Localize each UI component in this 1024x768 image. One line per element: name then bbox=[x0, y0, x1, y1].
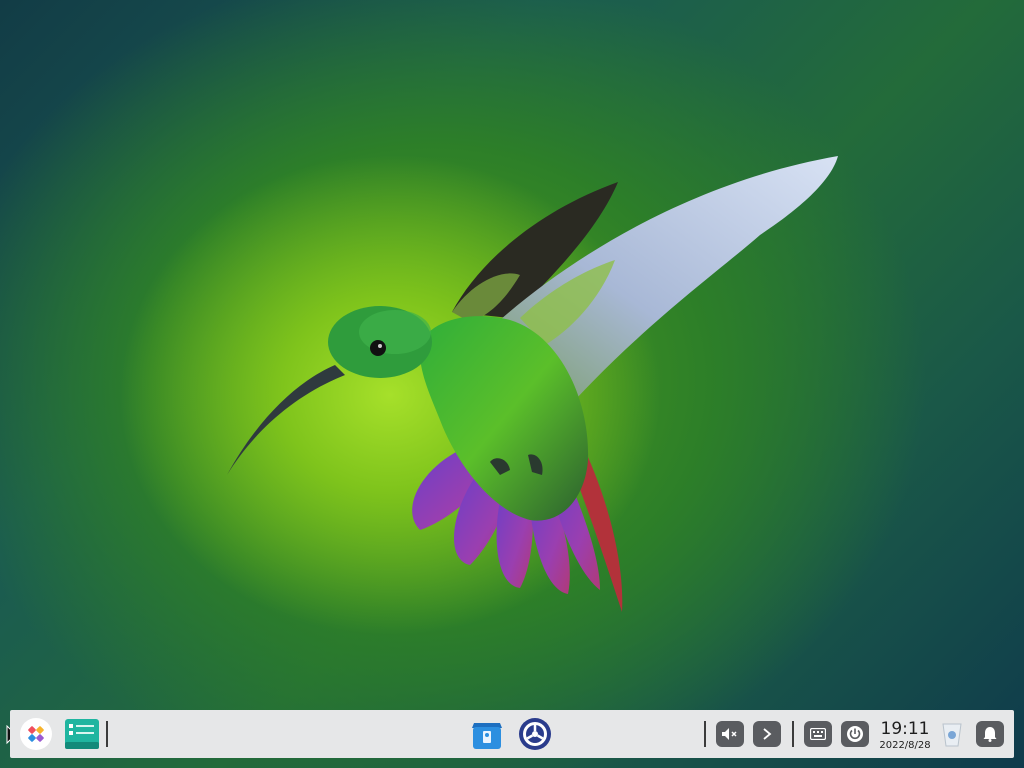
chevron-right-icon[interactable] bbox=[753, 721, 781, 747]
tray-separator bbox=[704, 721, 706, 747]
taskbar-separator bbox=[106, 721, 108, 747]
launcher-icon[interactable] bbox=[18, 716, 54, 752]
hummingbird-wallpaper bbox=[227, 156, 838, 612]
bell-icon[interactable] bbox=[976, 721, 1004, 747]
taskbar: 19:11 2022/8/28 bbox=[10, 710, 1014, 758]
app-store-icon[interactable] bbox=[468, 716, 506, 752]
multitasking-view-icon[interactable] bbox=[63, 716, 101, 752]
clock-date[interactable]: 2022/8/28 bbox=[879, 740, 931, 751]
volume-muted-icon[interactable] bbox=[716, 721, 744, 747]
power-icon[interactable] bbox=[841, 721, 869, 747]
keyboard-icon[interactable] bbox=[804, 721, 832, 747]
clock-time[interactable]: 19:11 bbox=[879, 720, 931, 738]
tray-separator bbox=[792, 721, 794, 747]
desktop[interactable]: 19:11 2022/8/28 bbox=[0, 0, 1024, 768]
control-center-icon[interactable] bbox=[516, 716, 554, 752]
trash-icon[interactable] bbox=[938, 720, 966, 748]
